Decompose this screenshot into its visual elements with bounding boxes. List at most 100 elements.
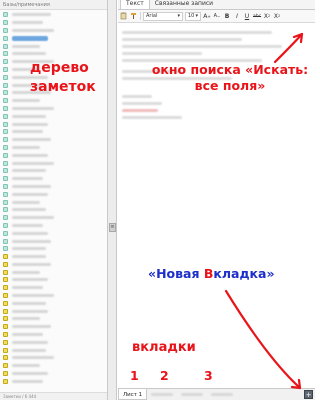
tree-node-label: [12, 177, 43, 181]
shrink-font-icon[interactable]: A −: [213, 12, 221, 21]
tree-node-label: [12, 192, 49, 196]
tree-node-label: [12, 317, 40, 321]
tree-status: Заметки / 6 444: [0, 392, 107, 400]
font-family-select[interactable]: Arial ▾: [143, 11, 183, 21]
tree-node[interactable]: [0, 34, 107, 42]
tree-node[interactable]: [0, 128, 107, 136]
tree-node[interactable]: [0, 206, 107, 214]
tree-node[interactable]: [0, 362, 107, 370]
format-painter-icon[interactable]: [130, 12, 138, 21]
bold-button[interactable]: B: [223, 12, 231, 21]
underline-button[interactable]: U: [243, 12, 251, 21]
tree-node[interactable]: [0, 377, 107, 385]
folder-icon: [3, 316, 8, 322]
tree-node[interactable]: [0, 120, 107, 128]
chevron-down-icon: ▾: [195, 13, 198, 19]
tree-node-label: [12, 216, 54, 220]
tree-node[interactable]: [0, 299, 107, 307]
note-icon: [3, 129, 8, 135]
tree-node[interactable]: [0, 346, 107, 354]
tree-node[interactable]: [0, 354, 107, 362]
tab-text[interactable]: Текст: [120, 0, 150, 9]
note-icon: [3, 199, 8, 205]
folder-icon: [3, 378, 8, 384]
superscript-button[interactable]: X2: [273, 12, 281, 21]
tree-node[interactable]: [0, 144, 107, 152]
note-icon: [3, 35, 8, 41]
folder-icon: [3, 254, 8, 260]
tree-node[interactable]: [0, 229, 107, 237]
font-size-select[interactable]: 10 ▾: [185, 11, 201, 21]
annotation-num-3: 3: [204, 368, 213, 383]
tree-node[interactable]: [0, 105, 107, 113]
tree-node-label: [12, 169, 46, 173]
tree-node[interactable]: [0, 167, 107, 175]
italic-button[interactable]: I: [233, 12, 241, 21]
pane-splitter[interactable]: ≡: [108, 0, 117, 400]
tree-node[interactable]: [0, 190, 107, 198]
folder-icon: [3, 277, 8, 283]
tab-linked-records[interactable]: Связанные записи: [150, 0, 218, 9]
tree-node[interactable]: [0, 245, 107, 253]
toolbar-divider: [140, 12, 141, 20]
tree-node[interactable]: [0, 323, 107, 331]
strikethrough-button[interactable]: abc: [253, 12, 261, 21]
tree-node[interactable]: [0, 42, 107, 50]
grow-font-icon[interactable]: A +: [203, 12, 211, 21]
note-tab-1[interactable]: Лист 1: [118, 389, 148, 400]
tree-node[interactable]: [0, 19, 107, 27]
tree-node[interactable]: [0, 268, 107, 276]
folder-icon: [3, 269, 8, 275]
tree-node-label: [12, 294, 54, 298]
folder-icon: [3, 332, 8, 338]
tree-node[interactable]: [0, 159, 107, 167]
note-icon: [3, 168, 8, 174]
tree-node[interactable]: [0, 276, 107, 284]
tree-node[interactable]: [0, 338, 107, 346]
folder-icon: [3, 324, 8, 330]
tree-node-label: [12, 44, 40, 48]
font-family-value: Arial: [146, 13, 158, 19]
tree-node[interactable]: [0, 370, 107, 378]
note-tab-2[interactable]: [147, 389, 177, 400]
tree-node[interactable]: [0, 237, 107, 245]
tree-node[interactable]: [0, 261, 107, 269]
tree-node-label: [12, 348, 46, 352]
note-icon: [3, 90, 8, 96]
tree-node-label: [12, 122, 49, 126]
note-icon: [3, 191, 8, 197]
tree-node[interactable]: [0, 50, 107, 58]
subscript-button[interactable]: X2: [263, 12, 271, 21]
tree-node[interactable]: [0, 11, 107, 19]
tree-node-label: [12, 223, 43, 227]
tree-node[interactable]: [0, 97, 107, 105]
tree-node-label: [12, 114, 46, 118]
tree-node[interactable]: [0, 253, 107, 261]
note-icon: [3, 207, 8, 213]
note-tab-3[interactable]: [177, 389, 207, 400]
tree-node[interactable]: [0, 307, 107, 315]
tree-node[interactable]: [0, 222, 107, 230]
new-tab-plus-icon[interactable]: +: [304, 390, 313, 399]
tree-node[interactable]: [0, 315, 107, 323]
note-icon: [3, 98, 8, 104]
tree-node[interactable]: [0, 175, 107, 183]
note-icon: [3, 113, 8, 119]
tree-node[interactable]: [0, 284, 107, 292]
tree-node[interactable]: [0, 136, 107, 144]
tree-node[interactable]: [0, 183, 107, 191]
note-icon: [3, 51, 8, 57]
tree-node[interactable]: [0, 112, 107, 120]
splitter-grip-icon[interactable]: ≡: [109, 223, 116, 232]
tree-node[interactable]: [0, 27, 107, 35]
paste-icon[interactable]: [120, 12, 128, 21]
tree-node[interactable]: [0, 292, 107, 300]
tree-node[interactable]: [0, 198, 107, 206]
note-tab-4[interactable]: [207, 389, 237, 400]
tree-node[interactable]: [0, 214, 107, 222]
note-icon: [3, 137, 8, 143]
tree-node[interactable]: [0, 331, 107, 339]
tree-node-label: [12, 130, 43, 134]
tree-node[interactable]: [0, 151, 107, 159]
note-icon: [3, 183, 8, 189]
